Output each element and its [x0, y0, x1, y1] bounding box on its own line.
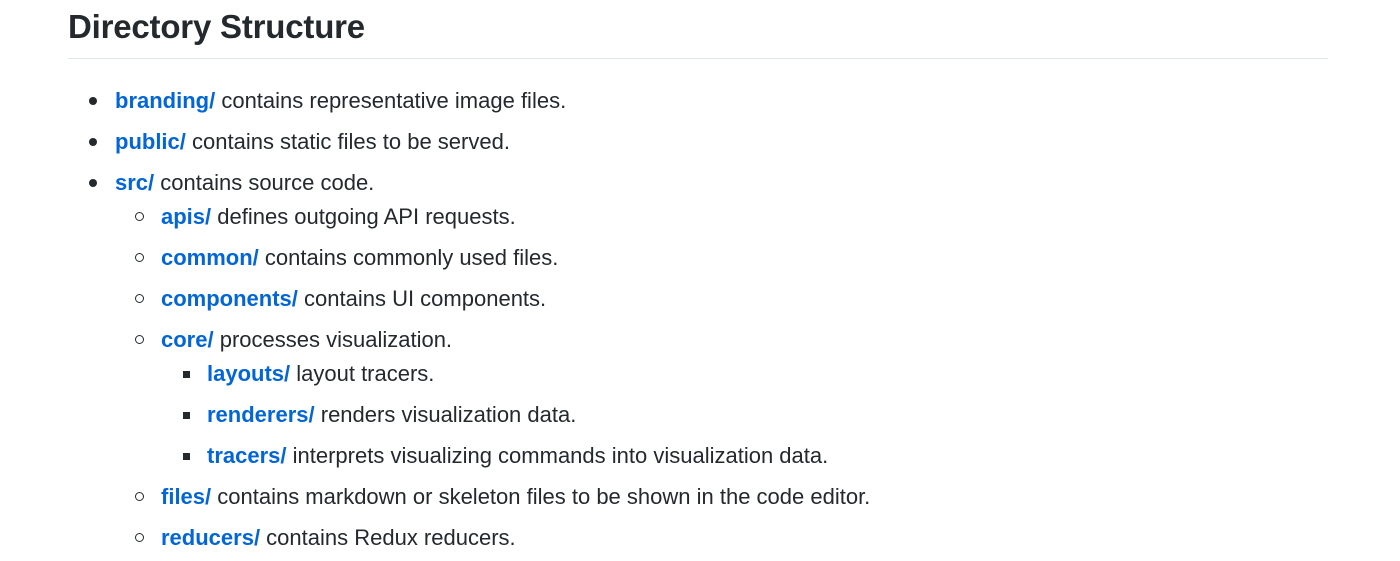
- renderers-link[interactable]: renderers/: [207, 402, 315, 427]
- circle-bullet-icon: [135, 294, 144, 303]
- list-item-reducers: reducers/ contains Redux reducers.: [161, 518, 516, 558]
- heading-divider: [68, 58, 1328, 59]
- branding-description: contains representative image files.: [215, 88, 567, 113]
- circle-bullet-icon: [135, 212, 144, 221]
- core-description: processes visualization.: [213, 327, 453, 352]
- list-item-apis: apis/ defines outgoing API requests.: [161, 197, 516, 237]
- section-heading: Directory Structure: [68, 8, 365, 45]
- apis-description: defines outgoing API requests.: [211, 204, 516, 229]
- circle-bullet-icon: [135, 335, 144, 344]
- circle-bullet-icon: [135, 253, 144, 262]
- list-item-public: public/ contains static files to be serv…: [115, 122, 510, 162]
- files-description: contains markdown or skeleton files to b…: [211, 484, 871, 509]
- components-link[interactable]: components/: [161, 286, 298, 311]
- components-description: contains UI components.: [297, 286, 547, 311]
- readme-section: Directory Structure branding/ contains r…: [0, 0, 1400, 561]
- disc-bullet-icon: [89, 179, 97, 187]
- disc-bullet-icon: [89, 138, 97, 146]
- list-item-common: common/ contains commonly used files.: [161, 238, 558, 278]
- disc-bullet-icon: [89, 97, 97, 105]
- list-item-renderers: renderers/ renders visualization data.: [207, 395, 576, 435]
- square-bullet-icon: [183, 453, 190, 460]
- list-item-layouts: layouts/ layout tracers.: [207, 354, 434, 394]
- public-description: contains static files to be served.: [185, 129, 510, 154]
- layouts-description: layout tracers.: [290, 361, 435, 386]
- public-link[interactable]: public/: [115, 129, 186, 154]
- list-item-tracers: tracers/ interprets visualizing commands…: [207, 436, 828, 476]
- apis-link[interactable]: apis/: [161, 204, 211, 229]
- circle-bullet-icon: [135, 492, 144, 501]
- circle-bullet-icon: [135, 533, 144, 542]
- files-link[interactable]: files/: [161, 484, 211, 509]
- core-link[interactable]: core/: [161, 327, 214, 352]
- renderers-description: renders visualization data.: [314, 402, 577, 427]
- list-item-branding: branding/ contains representative image …: [115, 81, 566, 121]
- layouts-link[interactable]: layouts/: [207, 361, 290, 386]
- src-description: contains source code.: [154, 170, 375, 195]
- common-link[interactable]: common/: [161, 245, 259, 270]
- tracers-link[interactable]: tracers/: [207, 443, 287, 468]
- square-bullet-icon: [183, 412, 190, 419]
- common-description: contains commonly used files.: [258, 245, 559, 270]
- reducers-link[interactable]: reducers/: [161, 525, 260, 550]
- list-item-files: files/ contains markdown or skeleton fil…: [161, 477, 870, 517]
- list-item-components: components/ contains UI components.: [161, 279, 546, 319]
- square-bullet-icon: [183, 371, 190, 378]
- tracers-description: interprets visualizing commands into vis…: [286, 443, 829, 468]
- src-link[interactable]: src/: [115, 170, 154, 195]
- reducers-description: contains Redux reducers.: [260, 525, 516, 550]
- branding-link[interactable]: branding/: [115, 88, 215, 113]
